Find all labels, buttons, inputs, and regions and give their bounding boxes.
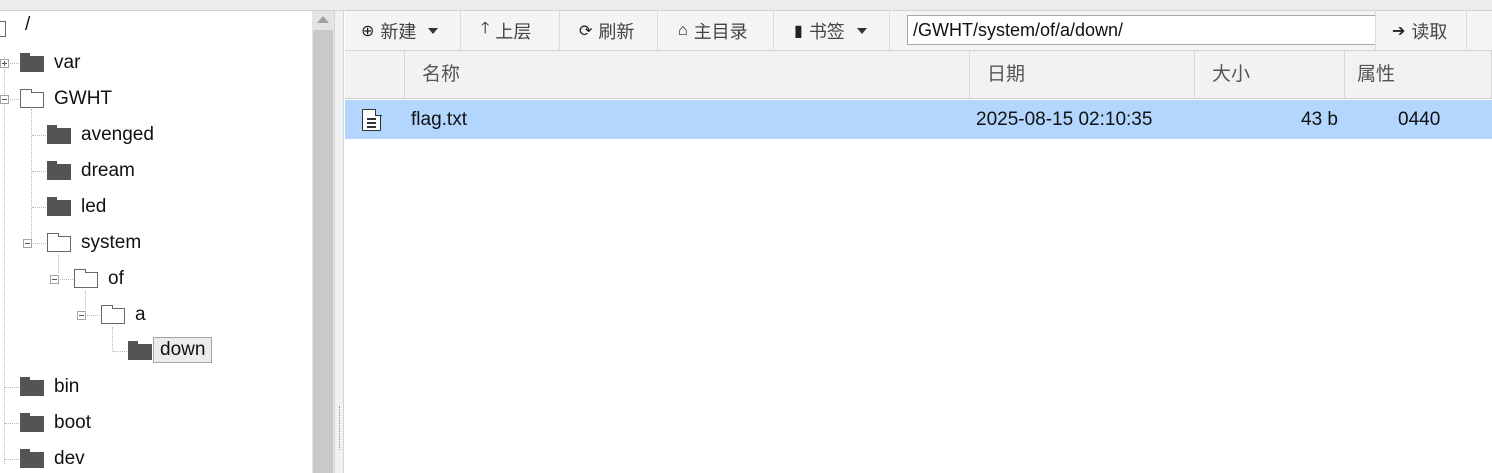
folder-icon	[20, 449, 44, 468]
tree-item-system[interactable]: system	[81, 231, 141, 255]
panel-splitter[interactable]	[334, 11, 344, 473]
tree-item-gwht[interactable]: GWHT	[54, 87, 112, 111]
icon-column-header	[345, 51, 405, 98]
tree-item-dream[interactable]: dream	[81, 159, 135, 183]
tree-item-boot[interactable]: boot	[54, 411, 91, 435]
tree-item-var[interactable]: var	[54, 51, 80, 75]
collapse-toggle-gwht[interactable]	[0, 95, 9, 104]
table-header: 名称 日期 大小 属性	[345, 51, 1492, 99]
directory-tree: / var GWHT avenged dream led system of a…	[0, 11, 312, 473]
collapse-toggle-of[interactable]	[50, 275, 59, 284]
tree-item-down-selected[interactable]: down	[153, 337, 213, 363]
folder-icon	[47, 161, 71, 180]
bookmark-button[interactable]: ▮ 书签	[774, 11, 890, 50]
home-icon: ⌂	[678, 21, 688, 39]
text-file-icon	[362, 108, 382, 131]
refresh-icon: ⟳	[579, 22, 593, 40]
folder-icon	[20, 377, 44, 396]
folder-icon	[128, 341, 152, 360]
column-header-date[interactable]: 日期	[970, 51, 1195, 98]
root-folder-icon	[0, 21, 6, 37]
tree-scrollbar[interactable]	[312, 11, 334, 473]
folder-icon	[47, 197, 71, 216]
folder-open-icon	[47, 233, 71, 252]
window-top-strip	[0, 0, 1492, 11]
home-button[interactable]: ⌂ 主目录	[658, 11, 774, 50]
file-attributes: 0440	[1398, 109, 1441, 130]
file-date: 2025-08-15 02:10:35	[976, 109, 1153, 130]
plus-circle-icon: ⊕	[361, 22, 375, 40]
chevron-down-icon	[856, 27, 867, 34]
file-size: 43 b	[1301, 109, 1338, 130]
scrollbar-thumb[interactable]	[313, 30, 333, 473]
expand-toggle-var[interactable]	[0, 59, 9, 68]
scroll-up-arrow-icon[interactable]	[317, 16, 329, 23]
bookmark-icon: ▮	[794, 22, 803, 40]
tree-item-of[interactable]: of	[108, 267, 124, 291]
toolbar: ⊕ 新建 🡑 上层 ⟳ 刷新 ⌂ 主目录 ▮ 书签 /GWHT/system/o…	[345, 11, 1492, 51]
folder-open-icon	[101, 305, 125, 324]
read-button[interactable]: ➔ 读取	[1375, 11, 1467, 50]
folder-open-icon	[20, 89, 44, 108]
tree-item-bin[interactable]: bin	[54, 375, 79, 399]
up-level-button[interactable]: 🡑 上层	[461, 11, 560, 50]
new-button[interactable]: ⊕ 新建	[345, 11, 461, 50]
column-header-attr[interactable]: 属性	[1345, 51, 1492, 98]
file-panel: ⊕ 新建 🡑 上层 ⟳ 刷新 ⌂ 主目录 ▮ 书签 /GWHT/system/o…	[345, 11, 1492, 473]
column-header-name[interactable]: 名称	[405, 51, 970, 98]
folder-icon	[20, 413, 44, 432]
collapse-toggle-system[interactable]	[23, 239, 32, 248]
chevron-down-icon	[428, 27, 439, 34]
tree-item-avenged[interactable]: avenged	[81, 123, 154, 147]
collapse-toggle-a[interactable]	[77, 311, 86, 320]
folder-open-icon	[74, 269, 98, 288]
refresh-button[interactable]: ⟳ 刷新	[560, 11, 658, 50]
tree-item-led[interactable]: led	[81, 195, 106, 219]
tree-item-a[interactable]: a	[135, 303, 146, 327]
arrow-up-icon: 🡑	[481, 20, 490, 37]
arrow-right-icon: ➔	[1392, 22, 1406, 40]
column-header-size[interactable]: 大小	[1195, 51, 1345, 98]
table-row[interactable]: flag.txt 2025-08-15 02:10:35 43 b 0440	[345, 100, 1492, 139]
tree-item-dev[interactable]: dev	[54, 447, 85, 471]
tree-root-label[interactable]: /	[25, 13, 30, 37]
folder-icon	[47, 125, 71, 144]
file-name[interactable]: flag.txt	[411, 100, 467, 139]
folder-icon	[20, 53, 44, 72]
path-input[interactable]: /GWHT/system/of/a/down/	[907, 15, 1376, 45]
